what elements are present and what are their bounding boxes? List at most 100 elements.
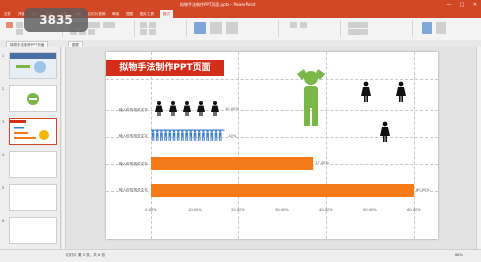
width-field[interactable] bbox=[348, 29, 368, 35]
tab-view[interactable]: 视图 bbox=[126, 12, 133, 17]
person-icon bbox=[197, 129, 201, 141]
x-axis-tick-label: 10.00% bbox=[188, 208, 202, 212]
replace-icon[interactable] bbox=[436, 22, 446, 34]
align-left-icon[interactable] bbox=[140, 29, 147, 35]
tab-picture-tools[interactable]: 图片工具 bbox=[140, 12, 154, 17]
tab-review[interactable]: 审阅 bbox=[112, 12, 119, 17]
tab-slideshow[interactable]: 幻灯片放映 bbox=[88, 12, 106, 17]
paste-icon[interactable] bbox=[6, 22, 13, 28]
thumb-number: 2 bbox=[2, 87, 5, 91]
close-button[interactable]: ✕ bbox=[470, 1, 480, 9]
vertical-ruler bbox=[62, 47, 66, 249]
thumb-number: 6 bbox=[2, 219, 5, 223]
thumbnail-preview bbox=[10, 120, 49, 140]
maximize-button[interactable]: □ bbox=[457, 1, 467, 9]
person-icon bbox=[181, 129, 184, 141]
slide-thumbnail-pane: 1 2 3 4 5 6 bbox=[0, 47, 61, 249]
person-icon bbox=[176, 129, 180, 141]
guide-line bbox=[106, 191, 438, 192]
woman-icon bbox=[396, 81, 406, 102]
guide-line bbox=[106, 164, 438, 165]
slide-thumbnail-4[interactable] bbox=[9, 151, 57, 178]
tab-file[interactable]: 文件 bbox=[4, 12, 11, 17]
category-label: 输入你的相关文字 bbox=[119, 188, 148, 192]
x-axis-tick-label: 50.00% bbox=[363, 208, 377, 212]
data-label: 60.00% bbox=[416, 188, 430, 192]
person-icon bbox=[202, 129, 205, 141]
x-axis-tick-label: 0.00% bbox=[145, 208, 157, 212]
slide-thumbnail-1[interactable] bbox=[9, 52, 57, 79]
numbering-icon[interactable] bbox=[149, 22, 156, 28]
x-axis-tick-label: 40.00% bbox=[319, 208, 333, 212]
slide-title[interactable]: 拟物手法制作PPT页面 bbox=[106, 60, 224, 76]
person-icon bbox=[155, 129, 159, 141]
x-axis-tick-label: 30.00% bbox=[275, 208, 289, 212]
bullets-icon[interactable] bbox=[140, 22, 147, 28]
slide-thumbnail-3[interactable] bbox=[9, 118, 57, 145]
woman-icon bbox=[211, 101, 219, 116]
person-icon bbox=[160, 129, 163, 141]
data-label: 37.00% bbox=[315, 161, 329, 165]
category-label: 输入你的相关文字 bbox=[119, 134, 148, 138]
document-tab-bar: 拟物手法制作PPT页面 图表 bbox=[0, 40, 481, 48]
find-icon[interactable] bbox=[422, 22, 432, 34]
thumb-number: 1 bbox=[2, 54, 5, 58]
category-label: 输入你的相关文字 bbox=[119, 162, 148, 166]
woman-icon bbox=[361, 81, 371, 102]
x-axis-tick-label: 60.00% bbox=[407, 208, 421, 212]
person-icon bbox=[151, 129, 155, 141]
woman-icon bbox=[169, 101, 177, 116]
person-icon bbox=[210, 129, 214, 141]
slide-thumbnail-6[interactable] bbox=[9, 217, 57, 244]
woman-icon bbox=[183, 101, 191, 116]
category-label: 输入你的相关文字 bbox=[119, 108, 148, 112]
tab-format[interactable]: 格式 bbox=[160, 10, 173, 18]
guide-line bbox=[106, 79, 438, 80]
thumb-number: 3 bbox=[2, 120, 5, 124]
window-title: 拟物手法制作PPT页面.pptx - PowerPoint bbox=[180, 2, 256, 7]
slide-thumbnail-5[interactable] bbox=[9, 184, 57, 211]
vertical-scrollbar[interactable] bbox=[476, 47, 481, 249]
person-icon bbox=[214, 129, 218, 141]
bar bbox=[151, 129, 225, 131]
align-center-icon[interactable] bbox=[149, 29, 156, 35]
slide-thumbnail-2[interactable] bbox=[9, 85, 57, 112]
person-icon bbox=[218, 129, 222, 141]
minimize-button[interactable]: — bbox=[444, 1, 454, 9]
guide-line bbox=[106, 110, 438, 111]
green-person-icon bbox=[297, 69, 325, 126]
cut-icon[interactable] bbox=[16, 22, 23, 28]
slide-counter: 幻灯片 第 3 张，共 6 张 bbox=[66, 253, 106, 257]
shape-style-icon[interactable] bbox=[194, 22, 206, 34]
data-label: 10% bbox=[228, 134, 237, 138]
status-bar: 幻灯片 第 3 张，共 6 张 68% bbox=[0, 249, 481, 262]
slide-canvas[interactable]: 拟物手法制作PPT页面 输入你的相关文字 输入你的相关文字 输入你的相关文字 输… bbox=[106, 52, 438, 239]
shape-fill-icon[interactable] bbox=[210, 22, 222, 34]
guide-line bbox=[106, 137, 438, 138]
x-axis-tick-label: 20.00% bbox=[231, 208, 245, 212]
send-backward-icon[interactable] bbox=[300, 22, 307, 28]
shape-outline-icon[interactable] bbox=[226, 22, 238, 34]
watermark-badge: 3835 bbox=[24, 8, 88, 32]
underline-icon[interactable] bbox=[88, 29, 95, 35]
bring-forward-icon[interactable] bbox=[290, 22, 297, 28]
person-icon bbox=[206, 129, 209, 141]
woman-icon bbox=[380, 121, 390, 142]
person-icon bbox=[168, 129, 172, 141]
thumbnail-preview bbox=[27, 93, 39, 105]
thumb-number: 4 bbox=[2, 153, 5, 157]
woman-icon bbox=[155, 101, 163, 116]
thumb-number: 5 bbox=[2, 186, 5, 190]
copy-icon[interactable] bbox=[16, 29, 23, 35]
font-size-select[interactable] bbox=[103, 22, 115, 28]
person-icon bbox=[172, 129, 176, 141]
person-icon bbox=[185, 129, 188, 141]
zoom-level[interactable]: 68% bbox=[455, 253, 463, 257]
person-icon bbox=[164, 129, 167, 141]
person-icon bbox=[189, 129, 193, 141]
person-icon bbox=[193, 129, 197, 141]
thumbnail-preview bbox=[10, 53, 56, 78]
height-field[interactable] bbox=[348, 22, 368, 28]
data-label: 10.00% bbox=[225, 107, 239, 111]
woman-icon bbox=[197, 101, 205, 116]
